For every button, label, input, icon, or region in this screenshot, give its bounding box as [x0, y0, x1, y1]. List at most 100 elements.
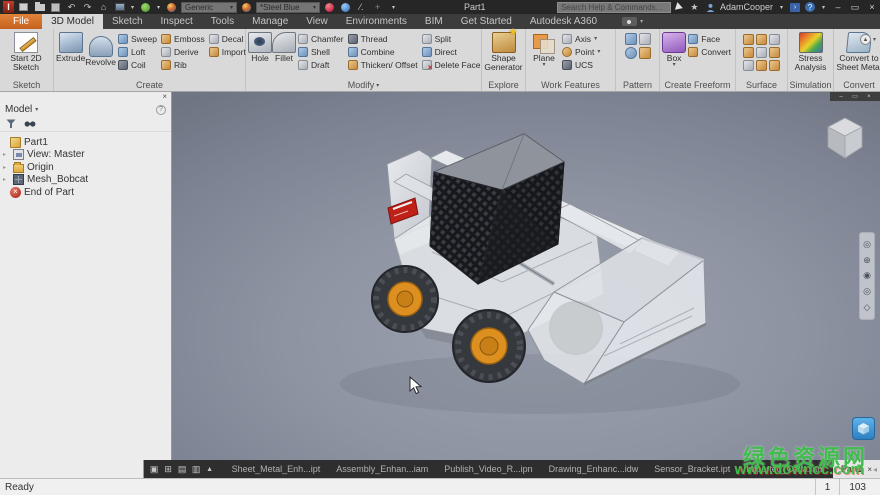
- doc-tab-publish-video[interactable]: Publish_Video_R...ipn: [436, 460, 540, 478]
- doc-tab-close-icon[interactable]: ×: [867, 465, 872, 474]
- user-name[interactable]: AdamCooper: [720, 2, 773, 12]
- search-input[interactable]: [557, 2, 671, 13]
- freeform-box-button[interactable]: Box ▾: [662, 30, 686, 68]
- browser-header[interactable]: Model ▾ ?: [0, 102, 171, 117]
- tab-manage[interactable]: Manage: [243, 14, 297, 29]
- cascade-windows-icon[interactable]: ▣: [148, 464, 161, 475]
- sweep-button[interactable]: Sweep: [116, 33, 159, 44]
- update-dropdown-icon[interactable]: ▾: [155, 1, 162, 13]
- ribbon-collapse-dropdown-icon[interactable]: ▾: [873, 36, 876, 43]
- panel-label-surface[interactable]: Surface: [738, 79, 785, 91]
- close-button[interactable]: ×: [866, 2, 878, 12]
- customize-qat-icon[interactable]: ▾: [387, 1, 400, 13]
- tab-bim[interactable]: BIM: [416, 14, 452, 29]
- pan-icon[interactable]: ⊕: [863, 256, 871, 265]
- tab-scroll-left-icon[interactable]: ◂: [873, 465, 877, 474]
- split-horizontal-icon[interactable]: ▤: [176, 464, 189, 475]
- adjust-appearance-icon[interactable]: [323, 1, 336, 13]
- sketch-driven-pattern-icon[interactable]: [639, 47, 651, 59]
- rib-button[interactable]: Rib: [159, 59, 207, 70]
- plane-button[interactable]: Plane ▾: [528, 30, 560, 68]
- coil-button[interactable]: Coil: [116, 59, 159, 70]
- ribbon-collapse-icon[interactable]: ▲: [860, 34, 871, 45]
- doc-tab-drawing[interactable]: Drawing_Enhanc...idw: [541, 460, 647, 478]
- material-sphere-icon[interactable]: [240, 1, 253, 13]
- new-document-icon[interactable]: [17, 1, 30, 13]
- expand-arrow-icon[interactable]: ▸: [3, 164, 10, 171]
- viewport-3d[interactable]: – ▭ × ◎ ⊕ ◉ ◎ ◇: [172, 92, 880, 460]
- emboss-button[interactable]: Emboss: [159, 33, 207, 44]
- combine-button[interactable]: Combine: [346, 46, 420, 57]
- direct-button[interactable]: Direct: [420, 46, 483, 57]
- tree-item-part1[interactable]: Part1: [0, 136, 171, 148]
- surface-tool-icon[interactable]: [756, 47, 767, 58]
- surface-tool-icon[interactable]: [756, 60, 767, 71]
- panel-label-create[interactable]: Create: [56, 79, 243, 91]
- zoom-icon[interactable]: ◉: [863, 271, 871, 280]
- redo-icon[interactable]: ↷: [81, 1, 94, 13]
- revolve-button[interactable]: Revolve: [85, 30, 116, 67]
- delete-face-button[interactable]: Delete Face: [420, 59, 483, 70]
- open-icon[interactable]: [33, 1, 46, 13]
- user-dropdown-icon[interactable]: ▾: [778, 1, 785, 13]
- surface-tool-icon[interactable]: [743, 60, 754, 71]
- render-dropdown-icon[interactable]: ▾: [129, 1, 136, 13]
- panel-label-sketch[interactable]: Sketch: [2, 79, 51, 91]
- surface-tool-icon[interactable]: [743, 47, 754, 58]
- derive-button[interactable]: Derive: [159, 46, 207, 57]
- doc-close-button[interactable]: ×: [867, 93, 871, 101]
- search-tree-icon[interactable]: [24, 119, 36, 129]
- expand-arrow-icon[interactable]: ▸: [3, 176, 10, 183]
- decal-button[interactable]: Decal: [207, 33, 248, 44]
- undo-icon[interactable]: ↶: [65, 1, 78, 13]
- surface-tool-icon[interactable]: [743, 34, 754, 45]
- shell-button[interactable]: Shell: [296, 46, 346, 57]
- doc-tab-sensor-bracket[interactable]: Sensor_Bracket.ipt: [646, 460, 738, 478]
- help-dropdown-icon[interactable]: ▾: [820, 1, 827, 13]
- draft-button[interactable]: Draft: [296, 59, 346, 70]
- hole-button[interactable]: Hole: [248, 30, 272, 63]
- surface-tool-icon[interactable]: [756, 34, 767, 45]
- tab-view[interactable]: View: [297, 14, 337, 29]
- doc-tab-assembly[interactable]: Assembly_Enhan...iam: [328, 460, 436, 478]
- panel-label-pattern[interactable]: Pattern: [618, 79, 657, 91]
- import-button[interactable]: Import: [207, 46, 248, 57]
- browser-help-icon[interactable]: ?: [156, 105, 166, 115]
- panel-label-explore[interactable]: Explore: [484, 79, 523, 91]
- panel-label-modify[interactable]: Modify ▾: [248, 79, 479, 91]
- filter-icon[interactable]: [6, 119, 16, 129]
- collapse-docbar-icon[interactable]: ▲: [204, 466, 216, 473]
- circular-pattern-icon[interactable]: [625, 47, 637, 59]
- shape-generator-button[interactable]: Shape Generator: [484, 30, 523, 72]
- fillet-button[interactable]: Fillet: [272, 30, 296, 63]
- surface-tool-icon[interactable]: [769, 60, 780, 71]
- browser-header-dropdown-icon[interactable]: ▾: [35, 106, 38, 113]
- sign-out-icon[interactable]: ›: [790, 3, 800, 12]
- split-vertical-icon[interactable]: ▥: [190, 464, 203, 475]
- tree-item-origin[interactable]: ▸ Origin: [0, 161, 171, 173]
- panel-label-create-freeform[interactable]: Create Freeform: [662, 79, 733, 91]
- tab-inspect[interactable]: Inspect: [152, 14, 202, 29]
- panel-label-work-features[interactable]: Work Features: [528, 79, 613, 91]
- rectangular-pattern-icon[interactable]: [625, 33, 637, 45]
- ribbon-collapse-control[interactable]: ▲ ▾: [860, 34, 876, 45]
- start-2d-sketch-button[interactable]: Start 2D Sketch: [2, 30, 50, 72]
- screen-record-dropdown-icon[interactable]: ▾: [640, 18, 643, 25]
- help-icon[interactable]: ?: [805, 2, 815, 12]
- navigation-wheel-icon[interactable]: ◎: [863, 240, 871, 249]
- split-button[interactable]: Split: [420, 33, 483, 44]
- loft-button[interactable]: Loft: [116, 46, 159, 57]
- freeform-face-button[interactable]: Face: [686, 33, 733, 44]
- tab-autodesk-a360[interactable]: Autodesk A360: [521, 14, 606, 29]
- tab-sketch[interactable]: Sketch: [103, 14, 152, 29]
- doc-minimize-button[interactable]: –: [839, 93, 842, 101]
- mirror-icon[interactable]: [639, 33, 651, 45]
- point-button[interactable]: Point▾: [560, 46, 602, 57]
- expand-arrow-icon[interactable]: ▸: [3, 151, 10, 158]
- add-command-icon[interactable]: +: [371, 1, 384, 13]
- freeform-convert-button[interactable]: Convert: [686, 46, 733, 57]
- look-at-icon[interactable]: ◇: [864, 303, 871, 312]
- ucs-button[interactable]: UCS: [560, 59, 602, 70]
- tab-3d-model[interactable]: 3D Model: [42, 14, 103, 29]
- favorites-star-icon[interactable]: ★: [688, 1, 701, 13]
